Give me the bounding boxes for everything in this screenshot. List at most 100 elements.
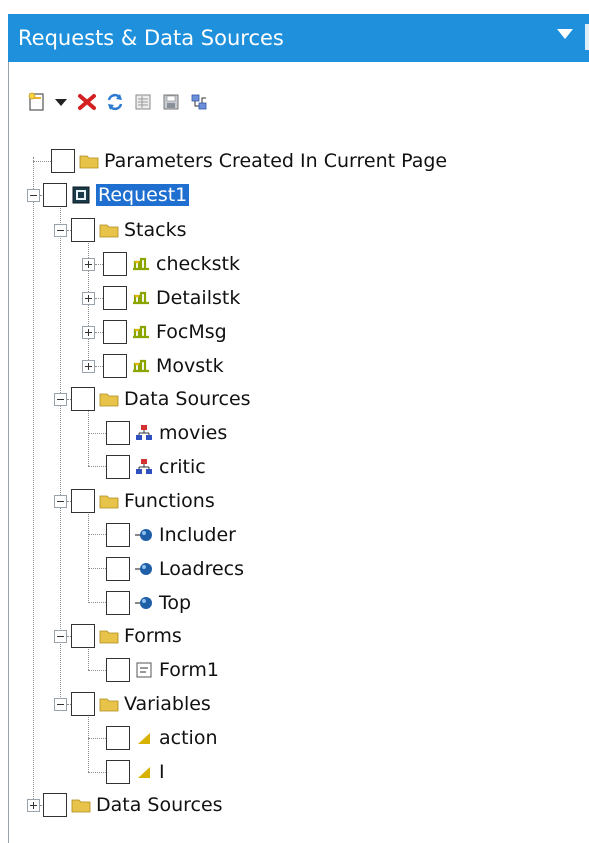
tree-item-label: I <box>159 761 165 783</box>
datasource-icon <box>134 423 154 443</box>
function-icon <box>134 559 154 579</box>
checkbox[interactable] <box>106 455 130 479</box>
tree-item-label: Loadrecs <box>159 558 245 580</box>
tree-item-label: Variables <box>124 693 211 715</box>
collapse-forms-icon[interactable] <box>54 630 67 643</box>
panel-menu-dropdown-icon[interactable] <box>557 29 573 39</box>
checkbox[interactable] <box>43 183 67 207</box>
expand-bottom-datasources-icon[interactable] <box>27 799 40 812</box>
folder-icon <box>99 626 119 646</box>
checkbox[interactable] <box>71 692 95 716</box>
tree-item-function[interactable]: Top <box>106 586 191 620</box>
tree-item-request1[interactable]: Request1 <box>43 178 190 212</box>
checkbox[interactable] <box>43 793 67 817</box>
tree-item-label: critic <box>159 456 206 478</box>
tree-item-data-sources[interactable]: Data Sources <box>71 382 251 416</box>
tree-item-function[interactable]: Loadrecs <box>106 552 244 586</box>
checkbox[interactable] <box>103 354 127 378</box>
variable-icon <box>134 762 154 782</box>
tree-item-label: Form1 <box>159 659 219 681</box>
expand-focmsg-icon[interactable] <box>82 326 95 339</box>
checkbox[interactable] <box>106 523 130 547</box>
tree-item-bottom-data-sources[interactable]: Data Sources <box>43 788 223 822</box>
stack-icon <box>131 288 151 308</box>
tree-item-label: Forms <box>124 625 182 647</box>
collapse-functions-icon[interactable] <box>54 495 67 508</box>
tree-item-datasource[interactable]: movies <box>106 416 227 450</box>
toolbar <box>26 88 216 116</box>
checkbox[interactable] <box>71 489 95 513</box>
tree-item-stack[interactable]: FocMsg <box>103 315 227 349</box>
stack-icon <box>131 356 151 376</box>
tree-item-label: Functions <box>124 490 215 512</box>
function-icon <box>134 593 154 613</box>
delete-icon[interactable] <box>76 91 98 113</box>
properties-icon[interactable] <box>132 91 154 113</box>
tree-item-label: Stacks <box>124 219 187 241</box>
dropdown-arrow-icon[interactable] <box>54 91 68 113</box>
tree-item-parameters[interactable]: Parameters Created In Current Page <box>51 144 447 178</box>
folder-icon <box>99 491 119 511</box>
tree-item-variable[interactable]: I <box>106 755 165 789</box>
tree-item-stack[interactable]: Movstk <box>103 349 224 383</box>
folder-icon <box>99 694 119 714</box>
checkbox[interactable] <box>71 624 95 648</box>
checkbox[interactable] <box>106 421 130 445</box>
checkbox[interactable] <box>106 760 130 784</box>
tree-item-label: Request1 <box>96 184 190 206</box>
tree-item-label: action <box>159 727 218 749</box>
checkbox[interactable] <box>103 286 127 310</box>
variable-icon <box>134 728 154 748</box>
tree-item-label: FocMsg <box>156 321 227 343</box>
checkbox[interactable] <box>106 591 130 615</box>
tree-item-label: Data Sources <box>96 794 223 816</box>
tree-item-stacks[interactable]: Stacks <box>71 213 187 247</box>
tree-item-functions[interactable]: Functions <box>71 484 215 518</box>
tree-item-variables[interactable]: Variables <box>71 687 211 721</box>
tree-item-label: Movstk <box>156 355 224 377</box>
tree-item-form[interactable]: Form1 <box>106 653 219 687</box>
refresh-icon[interactable] <box>104 91 126 113</box>
tree-item-stack[interactable]: Detailstk <box>103 281 240 315</box>
panel-title: Requests & Data Sources <box>18 26 284 50</box>
checkbox[interactable] <box>106 658 130 682</box>
function-icon <box>134 525 154 545</box>
checkbox[interactable] <box>103 252 127 276</box>
tree-item-label: Detailstk <box>156 287 241 309</box>
folder-icon <box>99 389 119 409</box>
tree-item-label: Includer <box>159 524 236 546</box>
save-icon[interactable] <box>160 91 182 113</box>
checkbox[interactable] <box>71 218 95 242</box>
datasource-icon <box>134 457 154 477</box>
link-icon[interactable] <box>188 91 210 113</box>
collapse-stacks-icon[interactable] <box>54 224 67 237</box>
tree-item-label: movies <box>159 422 228 444</box>
tree-item-forms[interactable]: Forms <box>71 619 182 653</box>
checkbox[interactable] <box>51 149 75 173</box>
collapse-request1-icon[interactable] <box>27 189 40 202</box>
tree-item-variable[interactable]: action <box>106 721 217 755</box>
tree-item-datasource[interactable]: critic <box>106 450 206 484</box>
collapse-variables-icon[interactable] <box>54 698 67 711</box>
request-icon <box>71 185 91 205</box>
checkbox[interactable] <box>106 726 130 750</box>
checkbox[interactable] <box>103 320 127 344</box>
tree-item-label: checkstk <box>156 253 240 275</box>
new-request-icon[interactable] <box>26 91 48 113</box>
form-icon <box>134 660 154 680</box>
expand-checkstk-icon[interactable] <box>82 258 95 271</box>
tree-item-function[interactable]: Includer <box>106 518 236 552</box>
folder-icon <box>71 795 91 815</box>
tree-item-label: Data Sources <box>124 388 251 410</box>
pin-icon[interactable] <box>585 24 589 50</box>
tree-item-stack[interactable]: checkstk <box>103 247 240 281</box>
checkbox[interactable] <box>71 387 95 411</box>
stack-icon <box>131 254 151 274</box>
checkbox[interactable] <box>106 557 130 581</box>
expand-detailstk-icon[interactable] <box>82 292 95 305</box>
folder-icon <box>79 151 99 171</box>
stack-icon <box>131 322 151 342</box>
collapse-datasources-icon[interactable] <box>54 393 67 406</box>
expand-movstk-icon[interactable] <box>82 360 95 373</box>
request-tree: Parameters Created In Current Page Reque… <box>0 140 589 840</box>
